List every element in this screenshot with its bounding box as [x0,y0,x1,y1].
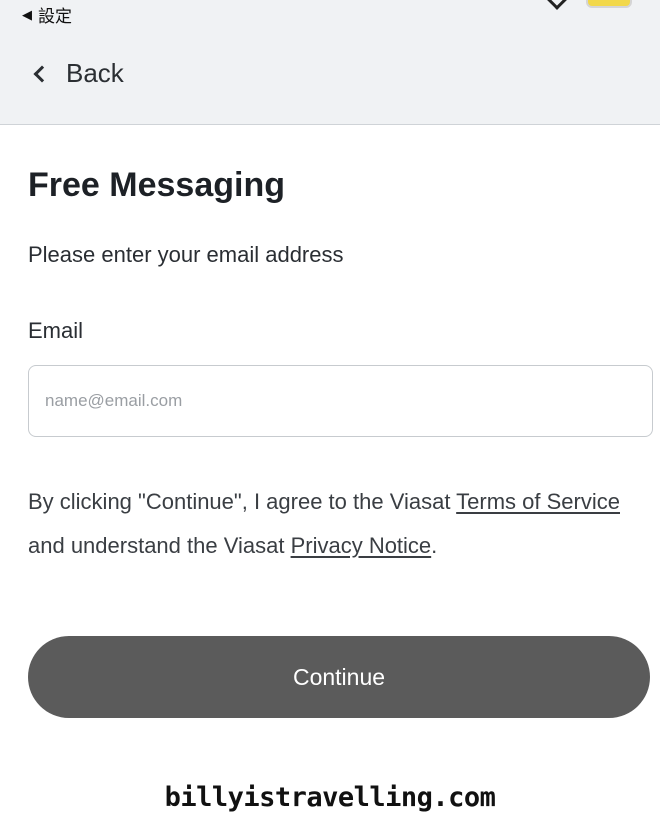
privacy-notice-link[interactable]: Privacy Notice [291,533,432,558]
status-icons [547,0,632,10]
watermark-text: billyistravelling.com [164,782,496,813]
consent-prefix: By clicking "Continue", I agree to the V… [28,489,457,514]
page-title: Free Messaging [28,166,285,204]
consent-suffix: . [431,533,438,558]
continue-button[interactable]: Continue [28,636,650,718]
back-triangle-icon: ◀ [22,6,32,22]
email-label: Email [28,318,84,343]
back-button[interactable]: Back [33,58,124,89]
chevron-left-icon [33,65,51,83]
back-label: Back [66,58,124,88]
wifi-icon [547,0,567,10]
battery-icon [586,0,632,8]
back-app-label: 設定 [38,6,72,26]
header: ◀ 設定 Back [0,0,660,125]
consent-text: By clicking "Continue", I agree to the V… [28,480,653,568]
page: ◀ 設定 Back Free Messaging Please enter yo… [0,0,660,830]
status-bar-back-to-app[interactable]: ◀ 設定 [22,2,72,26]
terms-of-service-link[interactable]: Terms of Service [456,489,620,514]
consent-middle: and understand the Viasat [28,533,291,558]
instruction-text: Please enter your email address [28,242,344,267]
email-field[interactable] [28,365,653,437]
